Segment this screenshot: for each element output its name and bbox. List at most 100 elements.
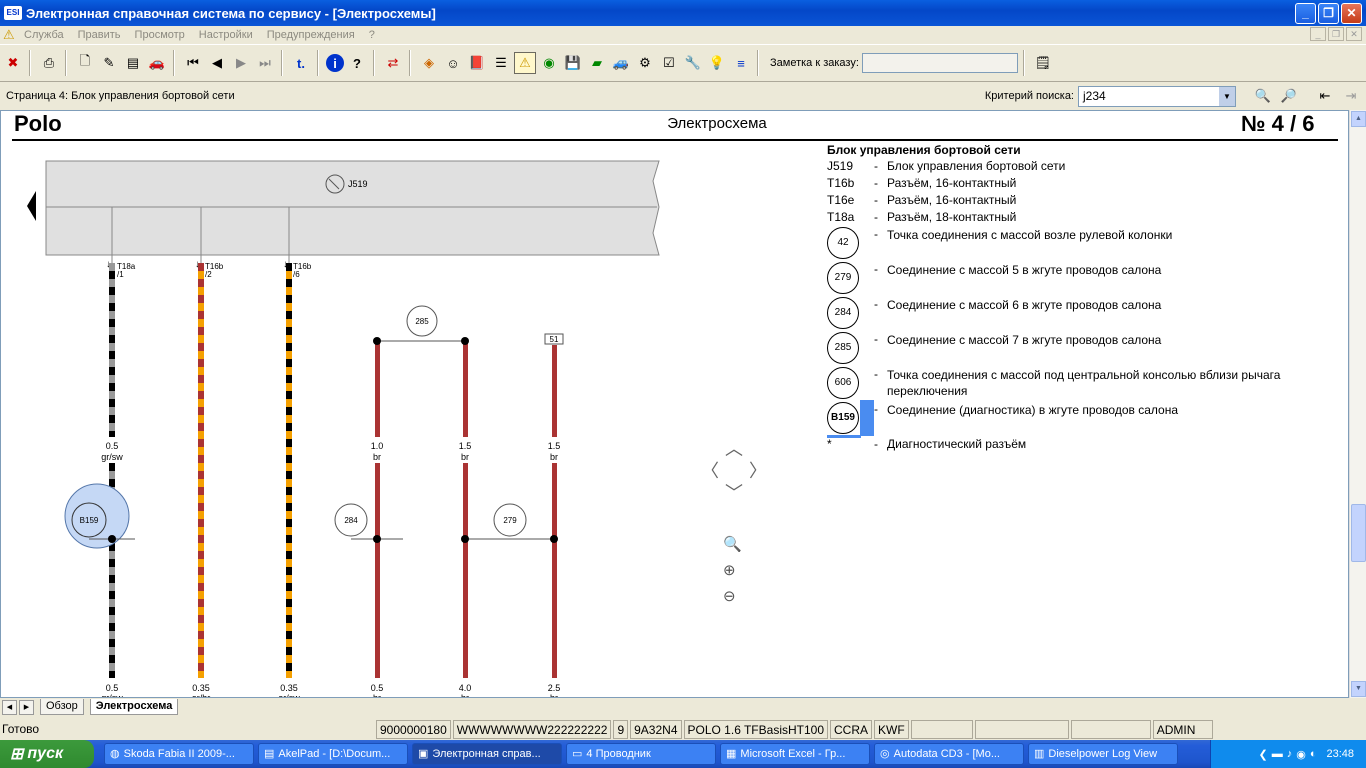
exit-icon[interactable]: ✖ [2, 52, 24, 74]
legend-circle[interactable]: 279 [827, 262, 859, 294]
menu-warnings[interactable]: Предупреждения [267, 29, 355, 41]
first-page-icon[interactable]: ⏮ [182, 52, 204, 74]
network-icon[interactable]: ≡ [730, 52, 752, 74]
wire-6-upper [552, 345, 557, 437]
zoom-out-icon[interactable]: ⊖ [723, 587, 747, 613]
edit-document-icon[interactable]: ✎ [98, 52, 120, 74]
order-note-input[interactable] [861, 53, 1018, 73]
tab-scroll-right-icon[interactable]: ▶ [19, 699, 34, 715]
menu-service[interactable]: Служба [24, 29, 64, 41]
car-icon[interactable]: 🚙 [610, 52, 632, 74]
new-document-icon[interactable]: 🗋 [74, 52, 96, 74]
page-caption: Страница 4: Блок управления бортовой сет… [6, 90, 235, 102]
scroll-down-icon[interactable]: ▼ [1351, 681, 1366, 697]
ground-label-279: 279 [503, 516, 517, 525]
component-label: J519 [348, 179, 368, 189]
vehicle-icon[interactable]: 🚗 [146, 52, 168, 74]
vertical-scrollbar[interactable]: ▲ ▼ [1349, 110, 1366, 698]
expand-right-icon[interactable]: ⇥ [1340, 85, 1362, 107]
task-autodata[interactable]: ◎ Autodata CD3 - [Mo... [874, 743, 1024, 765]
task-excel[interactable]: ▦ Microsoft Excel - Гр... [720, 743, 870, 765]
diagnostic-icon[interactable]: ⚙ [634, 52, 656, 74]
mdi-close-button[interactable]: ✕ [1346, 27, 1362, 41]
task-dieselpower[interactable]: ▥ Dieselpower Log View [1028, 743, 1178, 765]
zoom-in-icon[interactable]: ⊕ [723, 561, 747, 587]
lang-icon[interactable]: ◐ [1310, 748, 1317, 760]
books-icon[interactable]: 📕 [466, 52, 488, 74]
wire-4-section-bottom: 0.5 [371, 683, 384, 693]
swap-icon[interactable]: ⇄ [382, 52, 404, 74]
tab-overview[interactable]: Обзор [40, 699, 84, 715]
search-next-icon[interactable]: 🔎 [1278, 85, 1300, 107]
print-icon[interactable]: ⎙ [38, 52, 60, 74]
network-icon[interactable]: ▬ [1272, 748, 1283, 760]
checklist-icon[interactable]: ☑ [658, 52, 680, 74]
pan-up-icon[interactable]: ︿ [725, 435, 743, 461]
tools-icon[interactable]: 🔧 [682, 52, 704, 74]
go-up-icon[interactable]: t. [290, 52, 312, 74]
legend-circle[interactable]: 285 [827, 332, 859, 364]
legend-circle[interactable]: 42 [827, 227, 859, 259]
tab-scroll-left-icon[interactable]: ◀ [2, 699, 17, 715]
sheet-tab-bar: ◀ ▶ Обзор Электросхема [0, 698, 1366, 716]
folder-icon: ▭ [572, 748, 583, 760]
start-button[interactable]: ⊞ пуск [0, 740, 94, 768]
legend-row: J519- Блок управления бортовой сети [827, 159, 1337, 176]
pan-right-icon[interactable]: 〉 [749, 457, 767, 483]
security-icon[interactable]: ◉ [1296, 748, 1306, 761]
task-firefox[interactable]: ◍ Skoda Fabia II 2009-... [104, 743, 254, 765]
search-criteria-combo[interactable]: j234 ▼ [1078, 85, 1236, 107]
scroll-up-icon[interactable]: ▲ [1351, 111, 1366, 127]
legend-circle-row: 284- Соединение с массой 6 в жгуте провод… [827, 297, 1337, 332]
connector-pin-1: /1 [117, 270, 124, 279]
list-icon[interactable]: ☰ [490, 52, 512, 74]
next-page-icon[interactable]: ▶ [230, 52, 252, 74]
last-page-icon[interactable]: ⏭ [254, 52, 276, 74]
legend-circle[interactable]: B159 [827, 402, 859, 434]
notes-icon[interactable]: ▤ [122, 52, 144, 74]
menu-help[interactable]: ? [369, 29, 375, 41]
tab-wiring[interactable]: Электросхема [89, 699, 179, 715]
close-button[interactable]: ✕ [1341, 2, 1362, 24]
user-icon[interactable]: ☺ [442, 52, 464, 74]
menu-settings[interactable]: Настройки [199, 29, 253, 41]
warnings-icon[interactable]: ⚠ [514, 52, 536, 74]
menu-edit[interactable]: Править [78, 29, 121, 41]
note-edit-icon[interactable]: 🗒 [1032, 52, 1054, 74]
collapse-left-icon[interactable]: ⇤ [1314, 85, 1336, 107]
legend-circle[interactable]: 284 [827, 297, 859, 329]
legend-circle[interactable]: 606 [827, 367, 859, 399]
log-icon: ▥ [1034, 748, 1045, 760]
menu-view[interactable]: Просмотр [135, 29, 185, 41]
info-icon[interactable]: i [326, 54, 344, 72]
mdi-restore-button[interactable]: ❐ [1328, 27, 1344, 41]
pan-down-icon[interactable]: ﹀ [725, 479, 743, 505]
pan-left-icon[interactable]: 〈 [701, 457, 719, 483]
status-sales-type: 9A32N4 [630, 719, 682, 739]
hint-icon[interactable]: 💡 [706, 52, 728, 74]
save-icon[interactable]: 💾 [562, 52, 584, 74]
chevron-down-icon[interactable]: ▼ [1219, 86, 1235, 106]
tray-expand-icon[interactable]: ❮ [1258, 748, 1267, 761]
previous-page-icon[interactable]: ◀ [206, 52, 228, 74]
task-explorer[interactable]: ▭ 4 Проводник [566, 743, 716, 765]
minimize-button[interactable]: _ [1295, 2, 1316, 24]
wiring-diagram: J519 ↓ ↓ ↓ T18a /1 T16b /2 T16b /6 285 5… [27, 160, 660, 697]
scroll-thumb[interactable] [1351, 504, 1366, 562]
book-icon[interactable]: ▰ [586, 52, 608, 74]
selection-highlight [860, 400, 874, 436]
globe-icon[interactable]: ◉ [538, 52, 560, 74]
help-icon[interactable]: ? [346, 52, 368, 74]
legend-desc: Соединение с массой 6 в жгуте проводов с… [887, 298, 1162, 312]
legend-desc: Точка соединения с массой возле рулевой … [887, 228, 1173, 242]
mdi-minimize-button[interactable]: _ [1310, 27, 1326, 41]
zoom-fit-icon[interactable]: 🔍 [723, 535, 747, 561]
search-icon[interactable]: 🔍 [1252, 85, 1274, 107]
task-akelpad[interactable]: ▤ AkelPad - [D:\Docum... [258, 743, 408, 765]
speaker-icon[interactable]: ♪ [1287, 748, 1293, 760]
legend-desc: Блок управления бортовой сети [887, 159, 1066, 173]
components-icon[interactable]: ◈ [418, 52, 440, 74]
maximize-button[interactable]: ❐ [1318, 2, 1339, 24]
task-esi[interactable]: ▣ Электронная справ... [412, 743, 562, 765]
wire-4-color: br [373, 452, 381, 462]
